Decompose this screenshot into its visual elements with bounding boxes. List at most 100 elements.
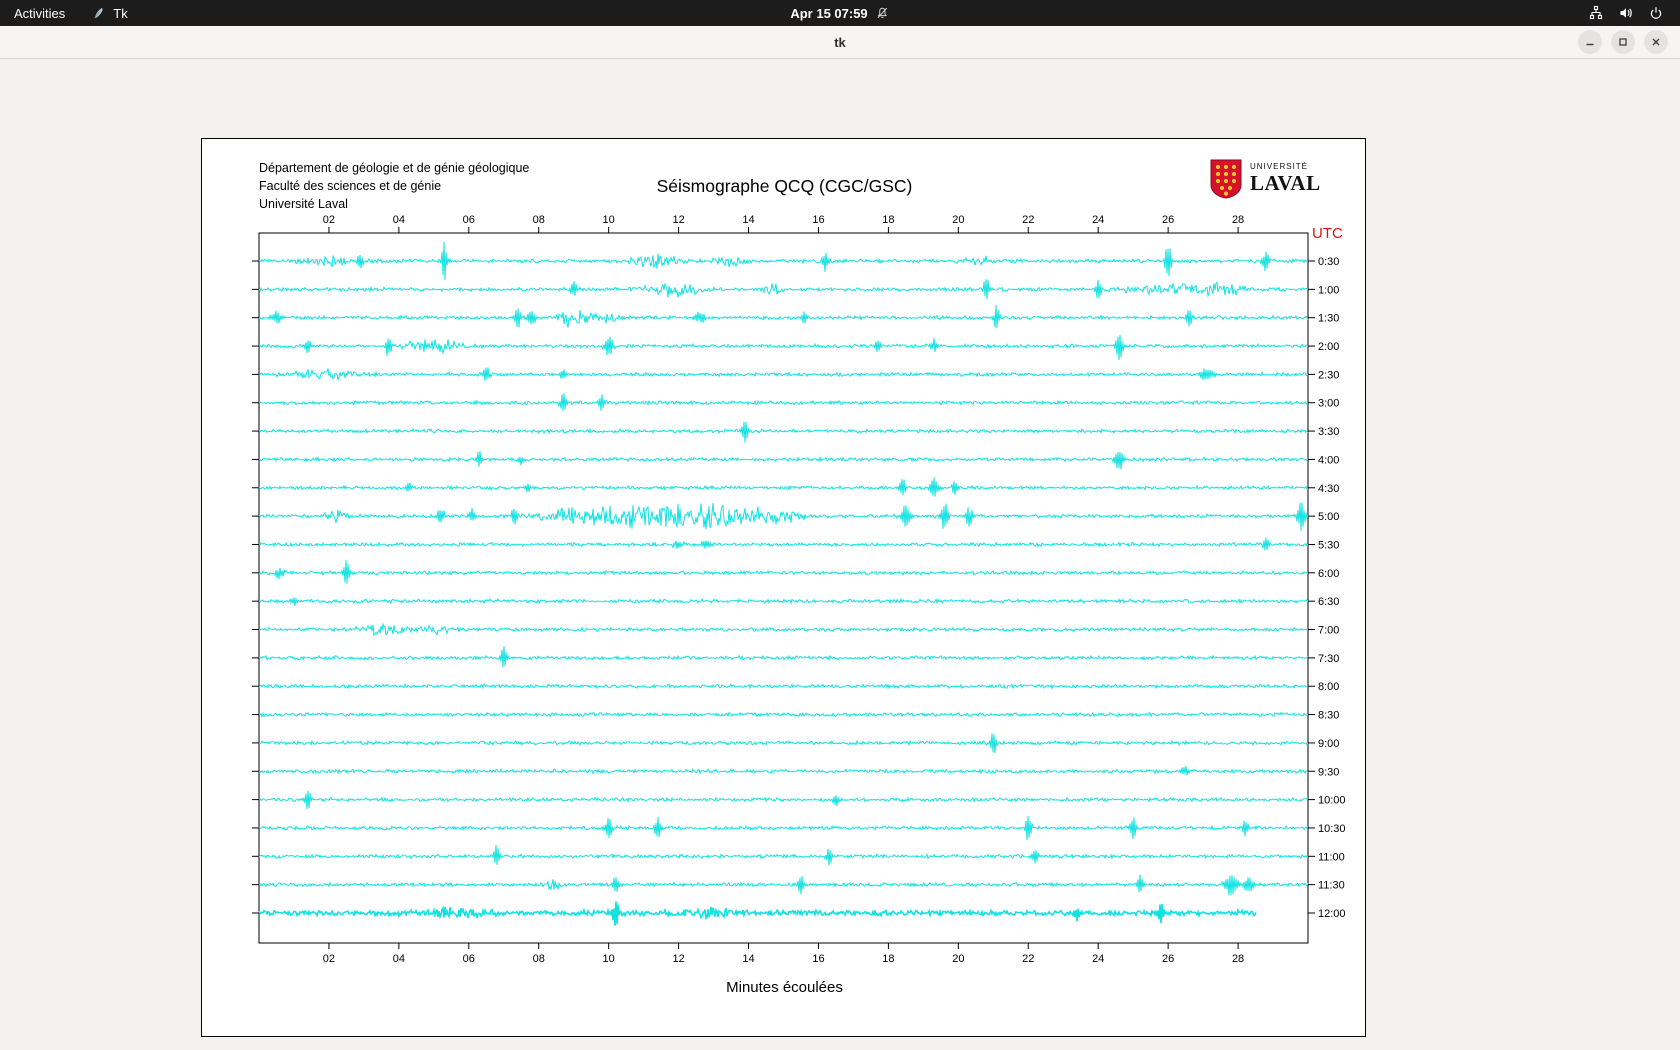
- seismogram-trace: [258, 790, 1309, 810]
- notifications-disabled-icon: [877, 7, 888, 19]
- close-button[interactable]: [1644, 30, 1668, 54]
- volume-icon: [1620, 8, 1632, 18]
- row-time-label: 6:00: [1318, 568, 1339, 580]
- clock-label: Apr 15 07:59: [790, 5, 868, 21]
- x-tick-label-top: 14: [742, 214, 754, 226]
- x-tick-label-top: 24: [1092, 214, 1104, 226]
- x-tick-label-top: 10: [603, 214, 615, 226]
- row-time-label: 3:30: [1318, 426, 1339, 438]
- x-tick-label-bottom: 02: [323, 953, 335, 965]
- x-tick-label-top: 16: [812, 214, 824, 226]
- row-time-label: 2:00: [1318, 341, 1339, 353]
- row-time-label: 4:30: [1318, 483, 1339, 495]
- x-tick-label-bottom: 14: [742, 953, 754, 965]
- row-time-label: 4:00: [1318, 454, 1339, 466]
- clock-menu[interactable]: Apr 15 07:59: [790, 6, 889, 21]
- row-time-label: 7:00: [1318, 625, 1339, 637]
- plot-frame: [258, 232, 1309, 944]
- seismograph-canvas: Département de géologie et de génie géol…: [201, 138, 1366, 1037]
- x-tick-label-bottom: 26: [1162, 953, 1174, 965]
- activities-button[interactable]: Activities: [14, 0, 65, 26]
- x-tick-label-bottom: 10: [603, 953, 615, 965]
- row-time-label: 6:30: [1318, 596, 1339, 608]
- x-tick-label-top: 22: [1022, 214, 1034, 226]
- row-time-label: 5:00: [1318, 511, 1339, 523]
- seismogram-trace: [258, 367, 1309, 382]
- x-tick-label-bottom: 06: [463, 953, 475, 965]
- row-time-label: 5:30: [1318, 539, 1339, 551]
- seismogram-trace: [258, 421, 1309, 443]
- seismogram-trace: [258, 597, 1309, 607]
- seismogram-trace: [259, 451, 1309, 470]
- seismogram-plot: 02 02 04 04 06 06 08 08 10 10 12 12 14 14 16 16 18 18 20 20…: [252, 214, 1346, 965]
- network-icon: [1589, 5, 1603, 20]
- seismogram-trace: [259, 711, 1309, 719]
- seismogram-trace: [258, 646, 1309, 668]
- row-time-label: 10:00: [1318, 795, 1346, 807]
- x-tick-label-bottom: 24: [1092, 953, 1104, 965]
- row-time-label: 2:30: [1318, 369, 1339, 381]
- x-tick-label-top: 02: [323, 214, 335, 226]
- seismogram-trace: [258, 622, 1309, 637]
- gnome-top-bar: Activities Tk Apr 15 07:59: [0, 0, 1680, 26]
- maximize-icon: [1619, 38, 1627, 46]
- row-time-label: 8:30: [1318, 710, 1339, 722]
- row-time-label: 11:30: [1318, 880, 1345, 892]
- x-tick-label-bottom: 12: [672, 953, 684, 965]
- desktop: Activities Tk Apr 15 07:59 tk Départemen…: [0, 0, 1680, 1050]
- x-tick-label-top: 08: [533, 214, 545, 226]
- close-icon: [1652, 38, 1660, 46]
- row-time-label: 8:00: [1318, 681, 1339, 693]
- seismogram-trace: [258, 765, 1309, 776]
- seismogram-trace: [258, 560, 1309, 584]
- x-tick-label-bottom: 20: [952, 953, 964, 965]
- app-name-label: Tk: [113, 5, 128, 21]
- row-time-label: 3:00: [1318, 398, 1339, 410]
- row-time-label: 9:30: [1318, 766, 1339, 778]
- x-tick-label-top: 12: [672, 214, 684, 226]
- seismogram-trace: [258, 901, 1257, 926]
- tk-window-content: Département de géologie et de génie géol…: [0, 60, 1680, 1050]
- focused-app-menu[interactable]: Tk: [91, 0, 128, 26]
- row-time-label: 11:00: [1318, 851, 1345, 863]
- x-tick-label-bottom: 04: [393, 953, 405, 965]
- seismogram-trace: [258, 241, 1309, 281]
- x-tick-label-bottom: 18: [882, 953, 894, 965]
- seismogram-trace: [258, 537, 1309, 551]
- minimize-icon: [1586, 43, 1594, 46]
- seismogram-trace: [258, 733, 1309, 754]
- x-tick-label-top: 26: [1162, 214, 1174, 226]
- x-tick-label-top: 20: [952, 214, 964, 226]
- row-time-label: 7:30: [1318, 653, 1339, 665]
- seismogram-trace: [258, 845, 1309, 866]
- minimize-button[interactable]: [1578, 30, 1602, 54]
- row-time-label: 1:00: [1318, 284, 1339, 296]
- x-tick-label-top: 28: [1232, 214, 1244, 226]
- x-tick-label-top: 18: [882, 214, 894, 226]
- maximize-button[interactable]: [1611, 30, 1635, 54]
- seismogram-trace: [258, 279, 1309, 300]
- seismogram-trace: [258, 304, 1309, 328]
- row-time-label: 0:30: [1318, 256, 1339, 268]
- window-title: tk: [834, 34, 846, 50]
- window-title-bar[interactable]: tk: [0, 26, 1680, 59]
- tk-app-icon: [94, 7, 103, 18]
- row-time-label: 10:30: [1318, 823, 1346, 835]
- seismogram-trace: [258, 683, 1309, 690]
- x-tick-label-bottom: 22: [1022, 953, 1034, 965]
- seismogram-trace: [258, 502, 1309, 531]
- x-tick-label-bottom: 16: [812, 953, 824, 965]
- seismogram-trace: [258, 815, 1309, 841]
- x-tick-label-top: 06: [463, 214, 475, 226]
- seismogram-trace: [258, 393, 1309, 411]
- system-status-area[interactable]: [1588, 5, 1680, 21]
- x-tick-label-bottom: 08: [533, 953, 545, 965]
- x-axis-title: Minutes écoulées: [726, 979, 843, 996]
- row-time-label: 1:30: [1318, 313, 1339, 325]
- power-icon: [1650, 7, 1662, 19]
- row-time-label: 9:00: [1318, 738, 1339, 750]
- seismogram-trace: [258, 874, 1309, 896]
- row-time-label: 12:00: [1318, 908, 1346, 920]
- seismogram-trace: [258, 334, 1309, 361]
- seismogram-trace: [258, 477, 1308, 497]
